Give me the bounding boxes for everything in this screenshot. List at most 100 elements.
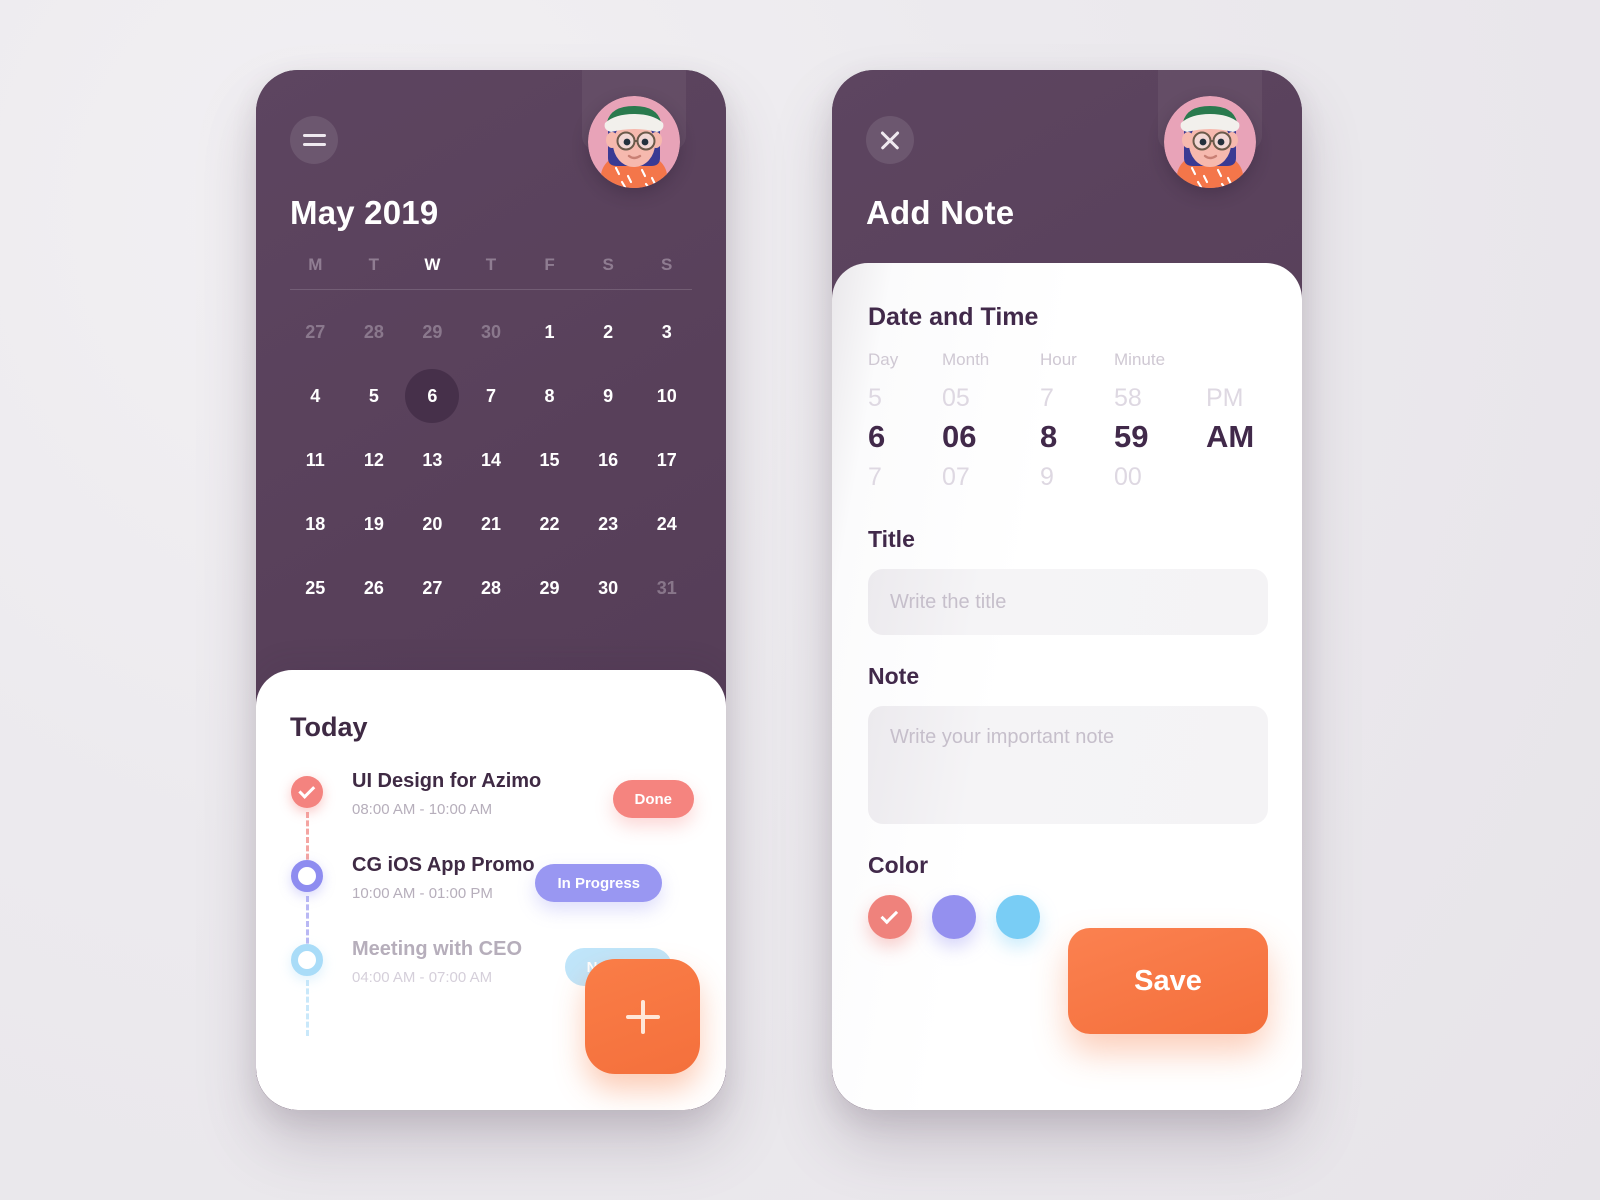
day-number: 18 (305, 513, 326, 534)
picker-value[interactable]: 8 (1040, 413, 1114, 455)
picker-selected-values[interactable]: 6 06 8 59 AM (868, 413, 1268, 455)
task-timeline (290, 860, 324, 952)
day-cell[interactable]: 30 (462, 308, 521, 356)
datetime-picker[interactable]: Day Month Hour Minute 5 05 7 58 PM 6 06 8 59 AM 7 07… (868, 350, 1268, 492)
day-cell[interactable]: 29 (520, 564, 579, 612)
day-cell[interactable]: 1 (520, 308, 579, 356)
day-cell[interactable]: 11 (286, 436, 345, 484)
save-button[interactable]: Save (1068, 928, 1268, 1034)
day-number: 12 (363, 449, 384, 470)
avatar[interactable] (1164, 96, 1256, 188)
day-number: 29 (422, 321, 443, 342)
color-swatch[interactable] (996, 895, 1040, 939)
day-number: 16 (598, 449, 619, 470)
picker-value[interactable]: 58 (1114, 370, 1206, 413)
task-row[interactable]: UI Design for Azimo 08:00 AM - 10:00 AM Do… (290, 770, 700, 868)
day-number: 30 (480, 321, 501, 342)
app-canvas: May 2019 MTWTFSS 27 28 29 30 1 2 3 4 5 6 7 8 9 10 11 12… (0, 0, 1600, 1200)
day-cell[interactable]: 25 (286, 564, 345, 612)
task-check-icon[interactable] (291, 776, 323, 808)
day-cell[interactable]: 26 (345, 564, 404, 612)
day-number: 11 (305, 449, 325, 470)
day-number: 4 (310, 385, 321, 406)
day-cell[interactable]: 22 (520, 500, 579, 548)
picker-value[interactable]: 06 (942, 413, 1040, 455)
day-number: 17 (656, 449, 677, 470)
picker-value[interactable]: 05 (942, 370, 1040, 413)
task-row[interactable]: CG iOS App Promo 10:00 AM - 01:00 PM In Pr… (290, 854, 700, 952)
check-icon (880, 906, 899, 924)
status-badge[interactable]: Done (612, 780, 694, 818)
picker-previous-values[interactable]: 5 05 7 58 PM (868, 370, 1268, 413)
day-cell[interactable]: 4 (286, 372, 345, 420)
picker-next-values[interactable]: 7 07 9 00 (868, 455, 1268, 492)
picker-value[interactable]: PM (1206, 370, 1302, 413)
day-cell[interactable]: 28 (345, 308, 404, 356)
day-number: 13 (422, 449, 443, 470)
day-cell[interactable]: 13 (403, 436, 462, 484)
day-number: 1 (544, 321, 555, 342)
note-input[interactable]: Write your important note (868, 706, 1268, 824)
task-status-dot[interactable] (291, 860, 323, 892)
day-cell[interactable]: 30 (579, 564, 638, 612)
day-number: 27 (422, 577, 443, 598)
add-task-button[interactable] (585, 959, 700, 1074)
day-number: 9 (603, 385, 614, 406)
day-cell[interactable]: 27 (286, 308, 345, 356)
picker-value[interactable]: 7 (868, 455, 942, 492)
day-cell[interactable]: 20 (403, 500, 462, 548)
day-cell[interactable]: 5 (345, 372, 404, 420)
task-timeline (290, 776, 324, 868)
day-cell[interactable]: 21 (462, 500, 521, 548)
title-input[interactable]: Write the title (868, 569, 1268, 635)
avatar[interactable] (588, 96, 680, 188)
day-number: 20 (422, 513, 443, 534)
picker-value[interactable]: 7 (1040, 370, 1114, 413)
day-number: 10 (656, 385, 677, 406)
day-cell[interactable]: 2 (579, 308, 638, 356)
day-cell[interactable]: 12 (345, 436, 404, 484)
day-number: 8 (544, 385, 555, 406)
picker-value[interactable] (1206, 470, 1302, 478)
day-cell[interactable]: 15 (520, 436, 579, 484)
day-cell[interactable]: 16 (579, 436, 638, 484)
day-cell[interactable]: 24 (637, 500, 696, 548)
day-cell[interactable]: 31 (637, 564, 696, 612)
day-cell[interactable]: 8 (520, 372, 579, 420)
day-cell[interactable]: 19 (345, 500, 404, 548)
picker-value[interactable]: 00 (1114, 455, 1206, 492)
note-form-sheet: Date and Time Day Month Hour Minute 5 05 7 58 P… (832, 263, 1302, 1110)
day-cell[interactable]: 14 (462, 436, 521, 484)
day-cell[interactable]: 18 (286, 500, 345, 548)
picker-value[interactable]: AM (1206, 413, 1302, 455)
day-cell[interactable]: 27 (403, 564, 462, 612)
day-cell[interactable]: 10 (637, 372, 696, 420)
day-number: 27 (305, 321, 326, 342)
day-cell[interactable]: 29 (403, 308, 462, 356)
menu-button[interactable] (290, 116, 338, 164)
picker-value[interactable]: 07 (942, 455, 1040, 492)
picker-value[interactable]: 9 (1040, 455, 1114, 492)
color-swatch[interactable] (932, 895, 976, 939)
picker-value: Month (942, 350, 990, 369)
day-number: 28 (480, 577, 501, 598)
day-cell[interactable]: 23 (579, 500, 638, 548)
day-number: 24 (656, 513, 677, 534)
day-number: 15 (539, 449, 560, 470)
day-cell[interactable]: 9 (579, 372, 638, 420)
picker-value[interactable]: 5 (868, 370, 942, 413)
picker-value: Minute (1114, 350, 1166, 369)
picker-value[interactable]: 6 (868, 413, 942, 455)
day-cell[interactable]: 28 (462, 564, 521, 612)
day-cell[interactable]: 7 (462, 372, 521, 420)
picker-value[interactable]: 59 (1114, 413, 1206, 455)
day-cell[interactable]: 17 (637, 436, 696, 484)
today-sheet: Today UI Design for Azimo 08:00 AM - 10:0… (256, 670, 726, 1110)
close-button[interactable] (866, 116, 914, 164)
day-cell[interactable]: 3 (637, 308, 696, 356)
color-swatch-selected[interactable] (868, 895, 912, 939)
day-number: 6 (427, 385, 438, 406)
day-cell-selected[interactable]: 6 (403, 372, 462, 420)
task-status-dot[interactable] (291, 944, 323, 976)
status-badge[interactable]: In Progress (535, 864, 662, 902)
